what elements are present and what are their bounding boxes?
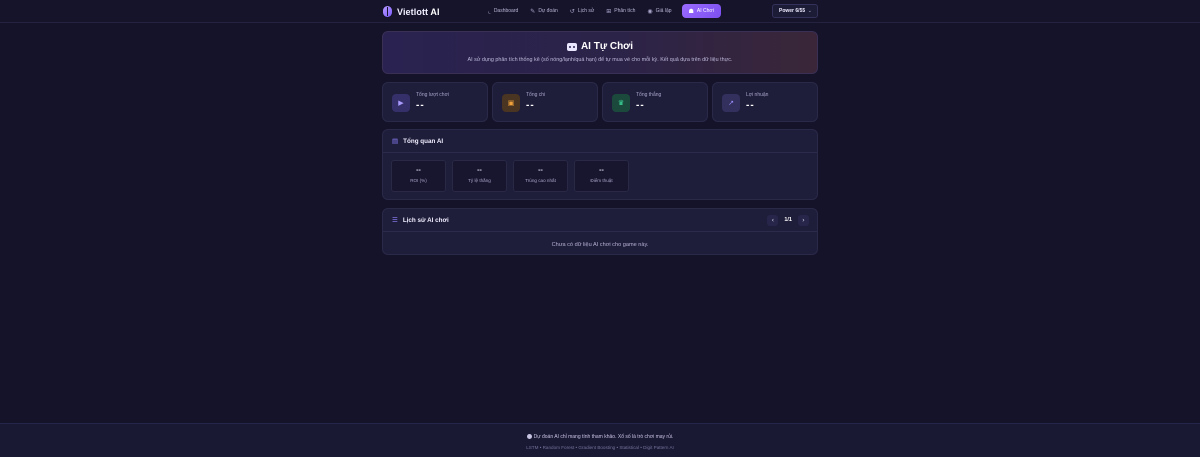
navbar: Vietlott AI ⌞ Dashboard ✎ Dự đoán ↺ Lịch… [0,0,1200,23]
stat-value: -- [636,100,645,111]
history-icon: ↺ [569,7,575,15]
panel-title: Tổng quan AI [403,137,444,145]
stat-total-plays: ▶ Tổng lượt chơi -- [382,82,488,122]
metric-value: -- [538,167,543,174]
metric-top-prize: -- Trúng cao nhất [513,160,568,192]
prev-page-button[interactable]: ‹ [767,214,779,226]
page-subtitle: AI sử dụng phân tích thống kê (số nóng/l… [467,57,733,63]
metric-label: Tỷ lệ thắng [468,178,491,183]
panel-title: Lịch sử AI chơi [402,216,449,224]
game-select[interactable]: Power 6/55 ⌄ [772,4,818,18]
chevron-down-icon: ⌄ [807,8,812,14]
brand-name: Vietlott AI [397,6,440,17]
analytics-icon: ⊞ [606,7,612,15]
list-icon: ☰ [392,216,398,224]
metric-win-rate: -- Tỷ lệ thắng [452,160,507,192]
metric-roi: -- ROI (%) [391,160,446,192]
next-page-button[interactable]: › [798,214,809,226]
page-indicator: 1/1 [784,217,792,223]
trophy-icon: ♛ [612,94,630,112]
robot-icon: ☗ [688,7,694,15]
stat-label: Tổng lượt chơi [416,92,449,98]
metric-score: -- Điểm thuật [574,160,629,192]
nav-history[interactable]: ↺ Lịch sử [564,4,600,18]
stats-row: ▶ Tổng lượt chơi -- ▣ Tổng chi -- ♛ Tổng… [382,82,818,122]
nav-ai-play[interactable]: ☗ AI Chơi [681,4,721,18]
ai-history-panel: ☰ Lịch sử AI chơi ‹ 1/1 › Chưa có dữ liệ… [382,208,818,255]
empty-state: Chưa có dữ liệu AI chơi cho game này. [551,242,649,248]
nav-analysis[interactable]: ⊞ Phân tích [600,4,641,18]
pagination: ‹ 1/1 › [767,214,809,226]
trend-icon: ↗ [722,94,740,112]
stat-label: Tổng chi [526,92,546,98]
eye-icon: ◉ [647,7,653,15]
metric-value: -- [477,167,482,174]
metric-label: Trúng cao nhất [525,178,556,183]
footer: Dự đoán AI chỉ mang tính tham khảo. Xổ s… [0,423,1200,457]
metric-label: Điểm thuật [590,178,613,183]
page-title: AI Tự Chơi [383,41,817,52]
play-icon: ▶ [392,94,410,112]
hero-banner: AI Tự Chơi AI sử dụng phân tích thống kê… [382,31,818,74]
stat-value: -- [526,100,535,111]
stat-label: Tổng thắng [636,92,662,98]
logo-icon [383,6,392,17]
footer-models: LSTM • Random Forest • Gradient Boosting… [526,445,674,450]
nav-simulate[interactable]: ◉ Giả lập [641,4,677,18]
stat-total-spent: ▣ Tổng chi -- [492,82,598,122]
metric-value: -- [599,167,604,174]
panel-header: ▤ Tổng quan AI [383,130,817,153]
pencil-icon: ✎ [530,7,536,15]
game-select-value: Power 6/55 [779,8,806,14]
ai-overview-panel: ▤ Tổng quan AI -- ROI (%) -- Tỷ lệ thắng… [382,129,818,200]
robot-icon [566,42,577,51]
stat-total-won: ♛ Tổng thắng -- [602,82,708,122]
info-icon [526,434,532,439]
metric-value: -- [416,167,421,174]
stat-profit: ↗ Lợi nhuận -- [712,82,818,122]
stat-value: -- [416,100,425,111]
bar-chart-icon: ▤ [392,137,399,145]
stat-label: Lợi nhuận [746,92,769,98]
footer-disclaimer: Dự đoán AI chỉ mang tính tham khảo. Xổ s… [0,434,1200,440]
panel-header: ☰ Lịch sử AI chơi [383,209,817,232]
ticket-icon: ▣ [502,94,520,112]
brand[interactable]: Vietlott AI [383,5,440,18]
nav-predict[interactable]: ✎ Dự đoán [524,4,564,18]
nav-dashboard[interactable]: ⌞ Dashboard [482,4,524,18]
main-nav: ⌞ Dashboard ✎ Dự đoán ↺ Lịch sử ⊞ Phân t… [482,4,721,18]
stat-value: -- [746,100,755,111]
metric-label: ROI (%) [410,178,427,183]
chart-icon: ⌞ [488,7,491,15]
